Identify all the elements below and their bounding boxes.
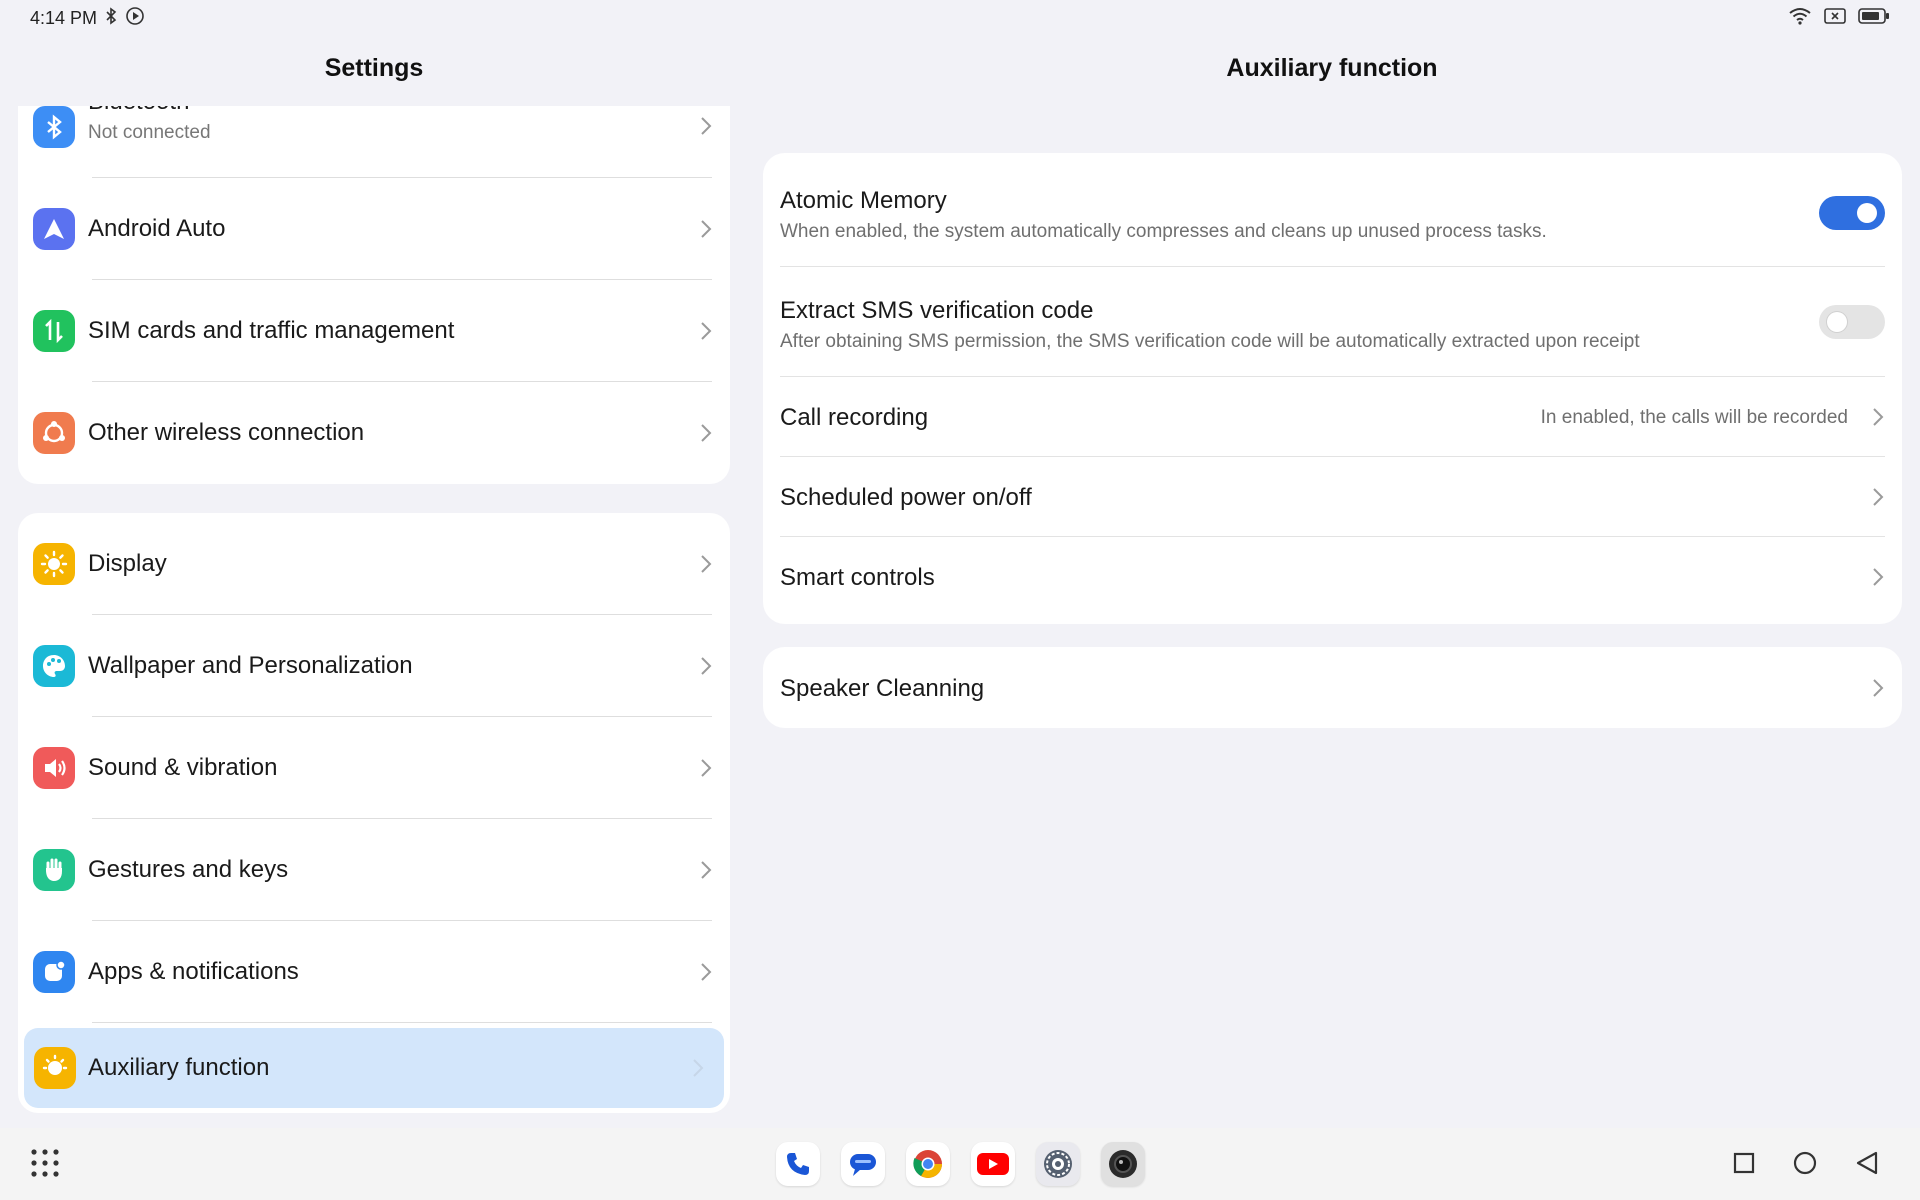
settings-item-gestures[interactable]: Gestures and keys	[18, 819, 730, 921]
auxiliary-options-card: Atomic Memory When enabled, the system a…	[763, 153, 1902, 624]
chevron-right-icon	[1872, 678, 1884, 703]
status-bar: 4:14 PM	[0, 0, 1920, 36]
sim-traffic-icon	[33, 310, 75, 352]
settings-item-other-wireless[interactable]: Other wireless connection	[18, 382, 730, 484]
home-icon[interactable]	[1792, 1150, 1818, 1181]
settings-group-connectivity: Bluetooth Not connected Android Auto SIM…	[18, 106, 730, 484]
settings-item-wallpaper[interactable]: Wallpaper and Personalization	[18, 615, 730, 717]
setting-title: Call recording	[780, 404, 929, 431]
settings-item-label: SIM cards and traffic management	[88, 317, 455, 344]
clock: 4:14 PM	[30, 7, 98, 28]
settings-title: Settings	[324, 54, 424, 82]
chevron-right-icon	[692, 1058, 704, 1083]
chevron-right-icon	[700, 116, 712, 141]
back-icon[interactable]	[1854, 1150, 1880, 1181]
settings-group-device: Display Wallpaper and Personalization So…	[18, 513, 730, 1113]
setting-title: Atomic Memory	[780, 187, 947, 214]
setting-title: Scheduled power on/off	[780, 484, 1032, 511]
navigation-keys	[1732, 1150, 1880, 1181]
chevron-right-icon	[1872, 407, 1884, 432]
settings-item-auxiliary[interactable]: Auxiliary function	[24, 1028, 724, 1108]
settings-item-android-auto[interactable]: Android Auto	[18, 178, 730, 280]
battery-icon	[1858, 7, 1890, 30]
app-drawer-icon[interactable]	[30, 1148, 60, 1183]
settings-icon[interactable]	[1036, 1142, 1080, 1186]
chevron-right-icon	[700, 758, 712, 783]
settings-item-label: Sound & vibration	[88, 754, 278, 781]
messages-icon[interactable]	[841, 1142, 885, 1186]
settings-item-sublabel: Not connected	[88, 122, 211, 143]
palette-icon	[33, 645, 75, 687]
settings-item-label: Apps & notifications	[88, 958, 299, 985]
chrome-icon[interactable]	[906, 1142, 950, 1186]
chevron-right-icon	[700, 219, 712, 244]
speaker-cleaning-card: Speaker Cleanning	[763, 647, 1902, 728]
settings-item-label: Android Auto	[88, 215, 226, 242]
sms-code-toggle[interactable]	[1819, 305, 1885, 339]
settings-item-apps[interactable]: Apps & notifications	[18, 921, 730, 1023]
chevron-right-icon	[700, 321, 712, 346]
apps-icon	[33, 951, 75, 993]
settings-item-label: Other wireless connection	[88, 419, 365, 446]
settings-item-label: Auxiliary function	[88, 1054, 270, 1081]
settings-item-bluetooth[interactable]: Bluetooth Not connected	[18, 106, 730, 178]
bluetooth-icon	[33, 106, 75, 148]
chevron-right-icon	[700, 860, 712, 885]
setting-atomic-memory[interactable]: Atomic Memory When enabled, the system a…	[763, 153, 1902, 267]
setting-scheduled-power[interactable]: Scheduled power on/off	[763, 457, 1902, 537]
recents-icon[interactable]	[1732, 1151, 1756, 1180]
chevron-right-icon	[700, 554, 712, 579]
settings-item-sound[interactable]: Sound & vibration	[18, 717, 730, 819]
wireless-icon	[33, 412, 75, 454]
settings-item-label: Gestures and keys	[88, 856, 289, 883]
camera-icon[interactable]	[1101, 1142, 1145, 1186]
setting-extract-sms-code[interactable]: Extract SMS verification code After obta…	[763, 267, 1902, 377]
settings-item-label: Display	[88, 550, 167, 577]
settings-item-label: Wallpaper and Personalization	[88, 652, 413, 679]
auxiliary-icon	[34, 1047, 76, 1089]
setting-call-recording[interactable]: Call recording In enabled, the calls wil…	[763, 377, 1902, 457]
setting-speaker-cleaning[interactable]: Speaker Cleanning	[763, 647, 1902, 728]
wifi-icon	[1788, 7, 1812, 30]
bluetooth-status-icon	[105, 6, 117, 30]
settings-item-label: Bluetooth	[88, 106, 189, 116]
chevron-right-icon	[700, 962, 712, 987]
setting-smart-controls[interactable]: Smart controls	[763, 537, 1902, 617]
chevron-right-icon	[700, 656, 712, 681]
atomic-memory-toggle[interactable]	[1819, 196, 1885, 230]
settings-item-sim-cards[interactable]: SIM cards and traffic management	[18, 280, 730, 382]
dock	[776, 1142, 1145, 1186]
settings-item-display[interactable]: Display	[18, 513, 730, 615]
no-sim-icon	[1824, 7, 1846, 30]
taskbar	[0, 1128, 1920, 1200]
display-icon	[33, 543, 75, 585]
setting-title: Extract SMS verification code	[780, 297, 1094, 324]
android-auto-icon	[33, 208, 75, 250]
chevron-right-icon	[700, 423, 712, 448]
divider	[92, 1022, 712, 1023]
setting-title: Speaker Cleanning	[780, 675, 985, 702]
settings-list[interactable]: Bluetooth Not connected Android Auto SIM…	[18, 106, 730, 1124]
hand-icon	[33, 849, 75, 891]
phone-icon[interactable]	[776, 1142, 820, 1186]
chevron-right-icon	[1872, 567, 1884, 592]
setting-description: After obtaining SMS permission, the SMS …	[780, 331, 1640, 352]
setting-hint: In enabled, the calls will be recorded	[1540, 407, 1848, 428]
sound-icon	[33, 747, 75, 789]
setting-title: Smart controls	[780, 564, 935, 591]
setting-description: When enabled, the system automatically c…	[780, 221, 1547, 242]
youtube-icon[interactable]	[971, 1142, 1015, 1186]
page-title: Auxiliary function	[1226, 54, 1438, 82]
chevron-right-icon	[1872, 487, 1884, 512]
media-playing-icon	[125, 6, 145, 31]
